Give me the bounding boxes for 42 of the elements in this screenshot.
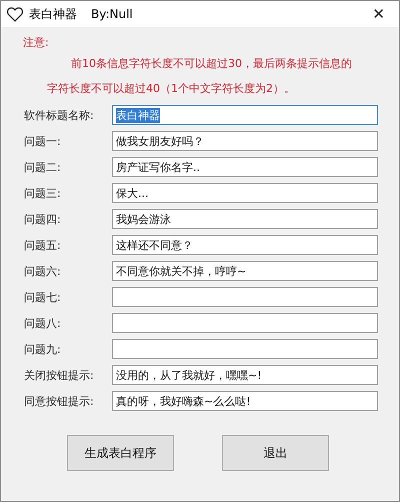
field-label: 问题五: xyxy=(24,238,62,252)
field-value: 房产证写你名字.. xyxy=(116,160,200,174)
selected-text: 表白神器 xyxy=(116,108,160,122)
heart-icon xyxy=(7,6,23,22)
input-field[interactable]: 真的呀，我好嗨森~么么哒! xyxy=(112,391,378,411)
input-field[interactable] xyxy=(112,313,378,333)
input-field[interactable] xyxy=(112,339,378,359)
notice-text: 前10条信息字符长度不可以超过30，最后两条提示信息的 xyxy=(70,56,353,71)
input-field[interactable]: 保大... xyxy=(112,183,378,203)
field-label: 问题四: xyxy=(24,212,62,226)
close-button[interactable]: ✕ xyxy=(364,5,393,23)
field-label: 关闭按钮提示: xyxy=(24,368,95,382)
input-field[interactable]: 没用的，从了我就好，嘿嘿~! xyxy=(112,365,378,385)
author-label: By:Null xyxy=(91,7,133,21)
input-field[interactable]: 房产证写你名字.. xyxy=(112,157,378,177)
field-label: 问题八: xyxy=(24,316,62,330)
input-field[interactable] xyxy=(112,287,378,307)
window-title: 表白神器 xyxy=(29,6,77,22)
input-field[interactable]: 不同意你就关不掉，哼哼~ xyxy=(112,261,378,281)
field-label: 问题二: xyxy=(24,160,62,174)
field-label: 问题一: xyxy=(24,134,62,148)
field-label: 问题三: xyxy=(24,186,62,200)
field-label: 问题六: xyxy=(24,264,62,278)
generate-button[interactable]: 生成表白程序 xyxy=(67,435,174,471)
input-field[interactable]: 我妈会游泳 xyxy=(112,209,378,229)
field-value: 真的呀，我好嗨森~么么哒! xyxy=(116,394,251,408)
field-label: 问题九: xyxy=(24,342,62,356)
field-value: 我妈会游泳 xyxy=(116,212,171,226)
input-field[interactable]: 这样还不同意？ xyxy=(112,235,378,255)
field-value: 做我女朋友好吗？ xyxy=(116,134,204,148)
notice-text: 字符长度不可以超过40（1个中文字符长度为2）。 xyxy=(46,81,296,96)
field-label: 软件标题名称: xyxy=(24,108,95,122)
field-value: 不同意你就关不掉，哼哼~ xyxy=(116,264,246,278)
input-field[interactable]: 表白神器 xyxy=(112,105,378,125)
field-value: 这样还不同意？ xyxy=(116,238,193,252)
field-value: 保大... xyxy=(116,186,148,200)
notice-heading: 注意: xyxy=(23,35,50,50)
input-field[interactable]: 做我女朋友好吗？ xyxy=(112,131,378,151)
field-value: 没用的，从了我就好，嘿嘿~! xyxy=(116,368,262,382)
field-label: 同意按钮提示: xyxy=(24,394,95,408)
exit-button[interactable]: 退出 xyxy=(222,435,329,471)
field-label: 问题七: xyxy=(24,290,62,304)
